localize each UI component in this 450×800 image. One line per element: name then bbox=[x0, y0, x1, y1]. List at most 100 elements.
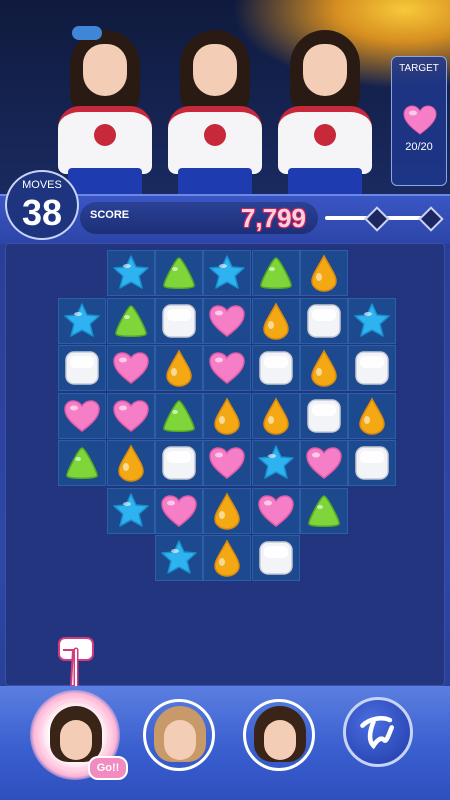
board-cell[interactable] bbox=[299, 345, 348, 393]
triangle-candy-icon bbox=[159, 253, 199, 298]
heart-candy-icon bbox=[256, 491, 296, 536]
moves-value: 38 bbox=[21, 192, 63, 233]
board-cell[interactable] bbox=[299, 297, 348, 346]
triangle-candy-icon bbox=[304, 491, 344, 536]
drop-candy-icon bbox=[256, 396, 296, 441]
board-cell[interactable] bbox=[58, 345, 107, 393]
heart-candy-icon bbox=[304, 443, 344, 488]
target-label: TARGET bbox=[399, 63, 439, 74]
target-count: 20/20 bbox=[405, 141, 433, 153]
square-candy-icon bbox=[304, 301, 344, 346]
hand-pointer-icon bbox=[58, 637, 94, 689]
drop-candy-icon bbox=[304, 253, 344, 298]
drop-candy-icon bbox=[111, 443, 151, 488]
square-candy-icon bbox=[159, 443, 199, 488]
board-cell[interactable] bbox=[348, 345, 397, 393]
member-avatar-button-3[interactable] bbox=[243, 699, 315, 771]
board-cell[interactable] bbox=[154, 297, 203, 346]
board-cell[interactable] bbox=[203, 297, 252, 346]
board-cell[interactable] bbox=[106, 345, 155, 393]
board-cell[interactable] bbox=[58, 440, 107, 488]
triangle-candy-icon bbox=[256, 253, 296, 298]
board-cell[interactable] bbox=[203, 487, 252, 536]
star-candy-icon bbox=[352, 301, 392, 346]
drop-candy-icon bbox=[304, 348, 344, 393]
score-box: SCORE 7,799 bbox=[80, 202, 318, 234]
twice-logo-icon bbox=[360, 716, 394, 750]
board-cell[interactable] bbox=[299, 440, 348, 488]
board-cell[interactable] bbox=[299, 487, 348, 536]
board-cell[interactable] bbox=[251, 440, 300, 488]
member-avatar-button-2[interactable] bbox=[143, 699, 215, 771]
character-banner bbox=[0, 0, 450, 195]
drop-candy-icon bbox=[207, 538, 247, 583]
board-cell[interactable] bbox=[251, 345, 300, 393]
board-cell[interactable] bbox=[348, 297, 397, 346]
star-candy-icon bbox=[62, 301, 102, 346]
triangle-candy-icon bbox=[62, 443, 102, 488]
score-label: SCORE bbox=[90, 209, 130, 221]
board-cell[interactable] bbox=[106, 392, 155, 439]
triangle-candy-icon bbox=[159, 396, 199, 441]
square-candy-icon bbox=[352, 443, 392, 488]
heart-icon bbox=[403, 105, 437, 135]
drop-candy-icon bbox=[207, 491, 247, 536]
board-cell[interactable] bbox=[106, 487, 155, 536]
board-cell[interactable] bbox=[154, 535, 203, 583]
board-cell[interactable] bbox=[106, 297, 155, 344]
heart-candy-icon bbox=[62, 396, 102, 441]
board-cell[interactable] bbox=[251, 392, 300, 441]
drop-candy-icon bbox=[207, 396, 247, 441]
star-candy-icon bbox=[159, 538, 199, 583]
heart-candy-icon bbox=[207, 301, 247, 346]
board-cell[interactable] bbox=[203, 535, 252, 583]
board-cell[interactable] bbox=[299, 392, 348, 441]
board-cell[interactable] bbox=[251, 487, 300, 536]
board-cell[interactable] bbox=[251, 250, 300, 298]
board-cell[interactable] bbox=[154, 250, 203, 298]
game-screen: TARGET 20/20 MOVES 38 SCORE 7,799 Go!! bbox=[0, 0, 450, 800]
board-cell[interactable] bbox=[203, 345, 252, 393]
drop-candy-icon bbox=[159, 348, 199, 393]
square-candy-icon bbox=[256, 538, 296, 583]
board-cell[interactable] bbox=[106, 250, 155, 298]
star-candy-icon bbox=[256, 443, 296, 488]
board-cell[interactable] bbox=[299, 250, 348, 298]
heart-candy-icon bbox=[159, 491, 199, 536]
board-cell[interactable] bbox=[203, 392, 252, 441]
heart-candy-icon bbox=[111, 348, 151, 393]
moves-label: MOVES bbox=[22, 179, 62, 191]
drop-candy-icon bbox=[352, 396, 392, 441]
board-cell[interactable] bbox=[203, 250, 252, 298]
board-cell[interactable] bbox=[348, 440, 397, 488]
team-button[interactable] bbox=[343, 697, 413, 767]
target-panel: TARGET 20/20 bbox=[391, 56, 447, 186]
board-cell[interactable] bbox=[106, 440, 155, 488]
board-cell[interactable] bbox=[154, 440, 203, 488]
board-cell[interactable] bbox=[154, 345, 203, 393]
board-cell[interactable] bbox=[58, 392, 107, 441]
square-candy-icon bbox=[352, 348, 392, 393]
board-cell[interactable] bbox=[251, 297, 300, 344]
member-portrait-right bbox=[270, 20, 380, 195]
board-cell[interactable] bbox=[348, 392, 397, 441]
square-candy-icon bbox=[256, 348, 296, 393]
moves-counter: MOVES 38 bbox=[5, 170, 79, 240]
member-portrait-left bbox=[50, 20, 160, 195]
board-cell[interactable] bbox=[203, 440, 252, 488]
square-candy-icon bbox=[62, 348, 102, 393]
square-candy-icon bbox=[304, 396, 344, 441]
board-cell[interactable] bbox=[154, 487, 203, 536]
board-cell[interactable] bbox=[154, 392, 203, 441]
go-badge: Go!! bbox=[88, 756, 128, 780]
heart-candy-icon bbox=[207, 443, 247, 488]
star-candy-icon bbox=[111, 253, 151, 298]
board-cell[interactable] bbox=[251, 535, 300, 583]
score-value: 7,799 bbox=[240, 203, 306, 233]
board-cell[interactable] bbox=[58, 297, 107, 346]
star-candy-icon bbox=[111, 491, 151, 536]
square-candy-icon bbox=[159, 301, 199, 346]
heart-candy-icon bbox=[207, 348, 247, 393]
star-candy-icon bbox=[207, 253, 247, 298]
member-portrait-center bbox=[160, 20, 270, 195]
